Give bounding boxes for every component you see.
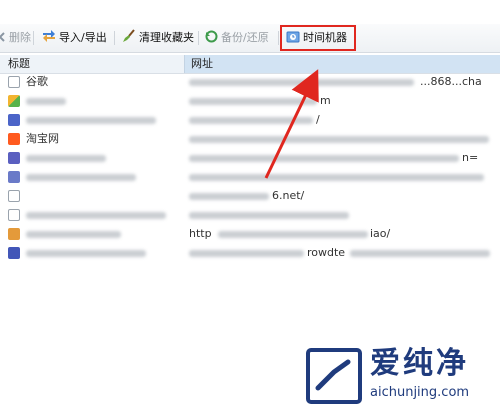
blurred-url <box>350 250 490 257</box>
column-header-title[interactable]: 标题 <box>8 57 183 71</box>
blurred-url <box>218 231 368 238</box>
delete-button[interactable]: 删除 <box>0 29 31 47</box>
page-icon <box>8 209 20 221</box>
watermark-title: 爱纯净 <box>370 346 469 381</box>
table-row[interactable]: rowdte <box>0 245 500 262</box>
blurred-title <box>26 98 66 105</box>
toolbar: 删除 导入/导出 清理收藏夹 备份/还原 时间机器 <box>0 24 500 53</box>
delete-icon <box>0 32 5 42</box>
blurred-url <box>189 250 304 257</box>
watermark: 爱纯净 aichunjing.com <box>300 340 500 409</box>
blurred-url <box>189 98 317 105</box>
row-url: / <box>316 113 320 126</box>
blue-site-icon <box>8 247 20 259</box>
row-url: rowdte <box>307 246 346 259</box>
blue-site-icon <box>8 152 20 164</box>
import-export-icon <box>43 30 55 42</box>
row-url: ...868...cha <box>420 75 482 88</box>
blurred-url <box>189 79 414 86</box>
table-row[interactable]: 淘宝网 <box>0 131 500 148</box>
row-title: 淘宝网 <box>26 132 59 145</box>
page-icon <box>8 190 20 202</box>
table-row[interactable]: n= <box>0 150 500 167</box>
column-header-url[interactable]: 网址 <box>184 55 500 73</box>
row-url: iao/ <box>370 227 391 240</box>
blue-site-icon <box>8 171 20 183</box>
blurred-url <box>189 212 349 219</box>
blurred-url <box>189 155 459 162</box>
blurred-title <box>26 155 106 162</box>
table-row[interactable]: / <box>0 112 500 129</box>
import-export-button[interactable]: 导入/导出 <box>42 29 107 47</box>
table-row[interactable] <box>0 169 500 186</box>
time-machine-highlight-box <box>280 25 356 51</box>
row-url: http <box>189 227 212 240</box>
broom-icon <box>123 29 135 42</box>
toolbar-separator <box>278 31 279 45</box>
toolbar-separator <box>114 31 115 45</box>
table-row[interactable] <box>0 207 500 224</box>
table-row[interactable]: 谷歌 ...868...cha <box>0 74 500 91</box>
blurred-url <box>189 193 269 200</box>
row-url: n= <box>462 151 479 164</box>
page-icon <box>8 76 20 88</box>
taobao-icon <box>8 133 20 145</box>
colorful-site-icon <box>8 95 20 107</box>
blurred-title <box>26 250 146 257</box>
restore-icon <box>205 30 218 43</box>
table-row[interactable]: http iao/ <box>0 226 500 243</box>
watermark-logo-icon <box>306 348 362 404</box>
toolbar-separator <box>33 31 34 45</box>
backup-restore-button[interactable]: 备份/还原 <box>205 29 269 47</box>
toolbar-separator <box>198 31 199 45</box>
blue-site-icon <box>8 114 20 126</box>
blurred-title <box>26 212 166 219</box>
row-title: 谷歌 <box>26 75 48 88</box>
blurred-url <box>189 174 484 181</box>
row-url: m <box>320 94 331 107</box>
list-header: 标题 网址 <box>0 55 500 74</box>
table-row[interactable]: m <box>0 93 500 110</box>
orange-site-icon <box>8 228 20 240</box>
blurred-url <box>189 136 489 143</box>
blurred-url <box>189 117 313 124</box>
blurred-title <box>26 174 136 181</box>
clean-favorites-button[interactable]: 清理收藏夹 <box>122 29 194 47</box>
table-row[interactable]: 6.net/ <box>0 188 500 205</box>
row-url: 6.net/ <box>272 189 305 202</box>
watermark-url: aichunjing.com <box>370 385 470 400</box>
blurred-title <box>26 231 121 238</box>
blurred-title <box>26 117 156 124</box>
